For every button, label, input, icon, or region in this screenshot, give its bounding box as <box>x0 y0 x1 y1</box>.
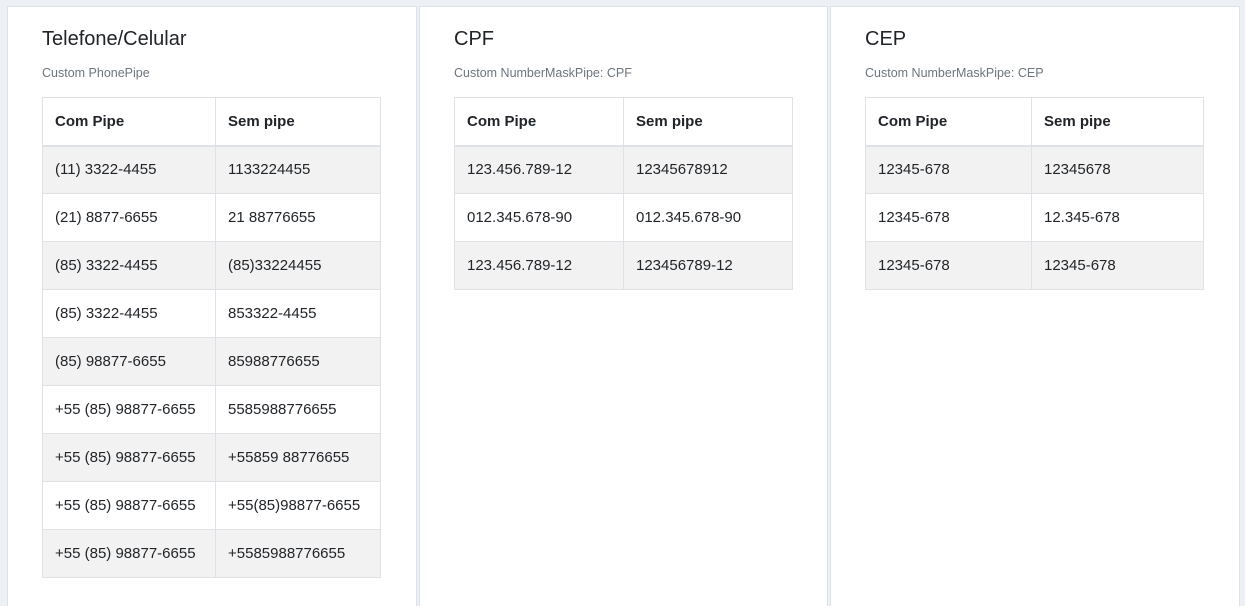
table-row: 123.456.789-12 12345678912 <box>454 145 793 194</box>
table-row: +55 (85) 98877-6655 +55859 88776655 <box>42 433 381 482</box>
cpf-card: CPF Custom NumberMaskPipe: CPF Com Pipe … <box>419 6 828 606</box>
table-cell: 12345678912 <box>623 145 793 194</box>
cep-card: CEP Custom NumberMaskPipe: CEP Com Pipe … <box>830 6 1240 606</box>
table-cell: 012.345.678-90 <box>454 193 624 242</box>
column-header-com-pipe: Com Pipe <box>42 97 216 147</box>
table-header-row: Com Pipe Sem pipe <box>865 97 1204 147</box>
table-cell: +55 (85) 98877-6655 <box>42 481 216 530</box>
table-cell: 12345-678 <box>1031 241 1204 290</box>
table-row: 012.345.678-90 012.345.678-90 <box>454 193 793 242</box>
table-row: (85) 3322-4455 853322-4455 <box>42 289 381 338</box>
table-cell: 12.345-678 <box>1031 193 1204 242</box>
table-cell: 12345-678 <box>865 193 1032 242</box>
table-cell: 853322-4455 <box>215 289 381 338</box>
table-cell: +55 (85) 98877-6655 <box>42 433 216 482</box>
cpf-table: Com Pipe Sem pipe 123.456.789-12 1234567… <box>454 97 793 290</box>
column-header-com-pipe: Com Pipe <box>454 97 624 147</box>
table-cell: 5585988776655 <box>215 385 381 434</box>
table-cell: +55 (85) 98877-6655 <box>42 385 216 434</box>
table-row: +55 (85) 98877-6655 5585988776655 <box>42 385 381 434</box>
column-header-sem-pipe: Sem pipe <box>623 97 793 147</box>
table-cell: 12345678 <box>1031 145 1204 194</box>
cep-table: Com Pipe Sem pipe 12345-678 12345678 123… <box>865 97 1204 290</box>
table-header-row: Com Pipe Sem pipe <box>42 97 381 147</box>
table-row: (85) 3322-4455 (85)33224455 <box>42 241 381 290</box>
table-row: 12345-678 12345678 <box>865 145 1204 194</box>
table-cell: 123.456.789-12 <box>454 241 624 290</box>
table-row: (85) 98877-6655 85988776655 <box>42 337 381 386</box>
table-cell: (85) 98877-6655 <box>42 337 216 386</box>
table-cell: 1133224455 <box>215 145 381 194</box>
table-cell: 85988776655 <box>215 337 381 386</box>
table-row: 12345-678 12.345-678 <box>865 193 1204 242</box>
table-row: (21) 8877-6655 21 88776655 <box>42 193 381 242</box>
table-cell: (21) 8877-6655 <box>42 193 216 242</box>
table-row: +55 (85) 98877-6655 +55(85)98877-6655 <box>42 481 381 530</box>
table-cell: 012.345.678-90 <box>623 193 793 242</box>
card-title: CPF <box>454 28 494 50</box>
table-cell: +55 (85) 98877-6655 <box>42 529 216 578</box>
table-row: 123.456.789-12 123456789-12 <box>454 241 793 290</box>
table-cell: 12345-678 <box>865 145 1032 194</box>
table-row: 12345-678 12345-678 <box>865 241 1204 290</box>
phone-card: Telefone/Celular Custom PhonePipe Com Pi… <box>7 6 417 606</box>
table-cell: 123.456.789-12 <box>454 145 624 194</box>
table-row: (11) 3322-4455 1133224455 <box>42 145 381 194</box>
table-cell: 123456789-12 <box>623 241 793 290</box>
phone-table: Com Pipe Sem pipe (11) 3322-4455 1133224… <box>42 97 381 578</box>
card-subtitle: Custom PhonePipe <box>42 66 150 80</box>
table-row: +55 (85) 98877-6655 +5585988776655 <box>42 529 381 578</box>
column-header-sem-pipe: Sem pipe <box>215 97 381 147</box>
table-cell: (85) 3322-4455 <box>42 289 216 338</box>
table-cell: (11) 3322-4455 <box>42 145 216 194</box>
card-title: Telefone/Celular <box>42 28 187 50</box>
card-title: CEP <box>865 28 907 50</box>
table-cell: 12345-678 <box>865 241 1032 290</box>
table-header-row: Com Pipe Sem pipe <box>454 97 793 147</box>
card-subtitle: Custom NumberMaskPipe: CEP <box>865 66 1044 80</box>
table-cell: +55859 88776655 <box>215 433 381 482</box>
table-cell: (85) 3322-4455 <box>42 241 216 290</box>
table-cell: +5585988776655 <box>215 529 381 578</box>
table-cell: 21 88776655 <box>215 193 381 242</box>
table-cell: +55(85)98877-6655 <box>215 481 381 530</box>
column-header-sem-pipe: Sem pipe <box>1031 97 1204 147</box>
table-cell: (85)33224455 <box>215 241 381 290</box>
card-subtitle: Custom NumberMaskPipe: CPF <box>454 66 632 80</box>
column-header-com-pipe: Com Pipe <box>865 97 1032 147</box>
